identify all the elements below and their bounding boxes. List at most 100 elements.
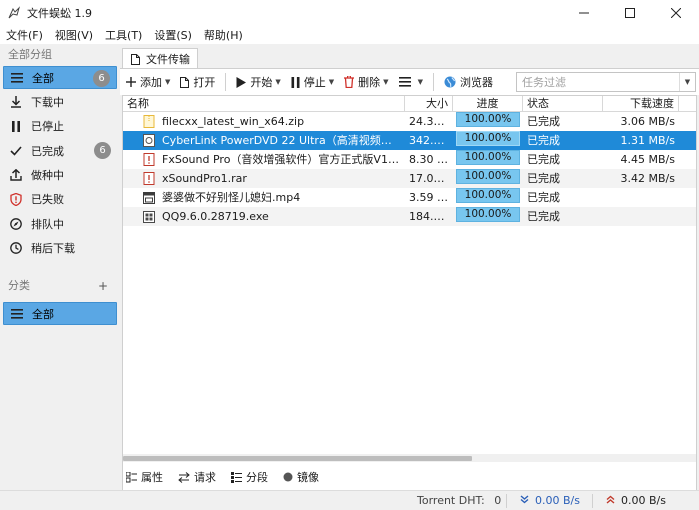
column-header-progress[interactable]: 进度 <box>453 96 523 112</box>
tab-label: 请求 <box>194 471 216 484</box>
sidebar-item-failed[interactable]: 已失败 <box>3 188 117 211</box>
sidebar-item-queued[interactable]: 排队中 <box>3 212 117 235</box>
table-row[interactable]: QQ9.6.0.28719.exe 184.65... 100.00% 已完成 <box>123 207 696 226</box>
cell-progress: 100.00% <box>453 188 523 207</box>
table-row[interactable]: CyberLink PowerDVD 22 Ultra（高清视频播放器... 3… <box>123 131 696 150</box>
app-logo-icon <box>7 6 21 20</box>
plus-icon <box>126 77 136 87</box>
maximize-button[interactable] <box>607 0 653 26</box>
pause-icon <box>291 76 300 88</box>
column-header-speed[interactable]: 下载速度 <box>603 96 679 112</box>
sidebar-item-stopped[interactable]: 已停止 <box>3 115 117 138</box>
cell-name: CyberLink PowerDVD 22 Ultra（高清视频播放器... <box>123 131 405 150</box>
tab-mirrors[interactable]: 镜像 <box>283 469 319 485</box>
column-header-name[interactable]: 名称 <box>123 96 405 112</box>
progress-text: 100.00% <box>464 189 512 201</box>
sidebar-item-label: 已失败 <box>31 193 64 207</box>
dht-status: Torrent DHT: 0 <box>417 494 501 507</box>
menu-view[interactable]: 视图(V) <box>55 27 93 43</box>
sidebar-item-later[interactable]: 稍后下载 <box>3 237 117 260</box>
file-name: QQ9.6.0.28719.exe <box>162 210 269 223</box>
cell-name: 婆婆做不好别怪儿媳妇.mp4 <box>123 188 405 207</box>
table-row[interactable]: FxSound Pro（音效增强软件）官方正式版V1.1.1... 8.30 M… <box>123 150 696 169</box>
open-button[interactable]: 打开 <box>180 74 215 90</box>
chevron-down-icon: ▼ <box>165 78 171 86</box>
cell-size: 184.65... <box>409 210 453 223</box>
add-button[interactable]: 添加 ▼ <box>126 74 170 90</box>
menu-help[interactable]: 帮助(H) <box>204 27 243 43</box>
sidebar-item-label: 已停止 <box>31 120 64 134</box>
add-category-button[interactable]: + <box>98 275 108 297</box>
title-bar: 文件蜈蚣 1.9 <box>0 0 699 26</box>
tab-label: 镜像 <box>297 471 319 484</box>
progress-text: 100.00% <box>464 170 512 182</box>
tab-segments[interactable]: 分段 <box>231 469 268 485</box>
table-row[interactable]: xSoundPro1.rar 17.09 ... 100.00% 已完成 3.4… <box>123 169 696 188</box>
mirror-dot-icon <box>283 472 293 482</box>
cell-progress: 100.00% <box>453 150 523 169</box>
add-label: 添加 <box>140 76 162 89</box>
cell-size: 17.09 ... <box>409 172 453 185</box>
delete-button[interactable]: 删除 ▼ <box>344 74 389 90</box>
category-item-all[interactable]: 全部 <box>3 302 117 326</box>
rar-file-icon <box>143 172 155 185</box>
menu-file[interactable]: 文件(F) <box>6 27 43 43</box>
dht-label: Torrent DHT: <box>417 494 485 507</box>
count-badge: 6 <box>93 70 110 87</box>
status-bar: Torrent DHT: 0 0.00 B/s 0.00 B/s <box>0 490 699 510</box>
cell-progress: 100.00% <box>453 169 523 188</box>
more-menu-button[interactable]: ▼ <box>398 77 423 87</box>
stop-button[interactable]: 停止 ▼ <box>291 74 334 90</box>
sidebar-item-seeding[interactable]: 做种中 <box>3 164 117 187</box>
sidebar-item-all[interactable]: 全部 6 <box>3 66 117 89</box>
start-label: 开始 <box>250 76 273 89</box>
chevron-down-icon[interactable]: ▼ <box>679 73 695 91</box>
cell-name: xSoundPro1.rar <box>123 169 405 188</box>
status-divider <box>592 494 593 508</box>
sidebar-item-label: 做种中 <box>31 169 64 183</box>
horizontal-scrollbar-thumb[interactable] <box>123 456 472 461</box>
file-name: CyberLink PowerDVD 22 Ultra（高清视频播放器... <box>162 134 401 147</box>
stop-label: 停止 <box>303 76 326 89</box>
compass-icon <box>9 217 23 231</box>
start-button[interactable]: 开始 ▼ <box>236 74 281 90</box>
sidebar-item-completed[interactable]: 已完成 6 <box>3 139 117 162</box>
sidebar-item-downloading[interactable]: 下载中 <box>3 90 117 113</box>
cell-status: 已完成 <box>527 172 560 185</box>
swap-arrows-icon <box>178 471 190 483</box>
toolbar-divider <box>225 73 227 91</box>
minimize-button[interactable] <box>561 0 607 26</box>
cell-speed: 3.42 MB/s <box>620 172 675 185</box>
tab-requests[interactable]: 请求 <box>178 469 216 485</box>
menu-settings[interactable]: 设置(S) <box>154 27 192 43</box>
task-filter-input[interactable] <box>517 73 679 91</box>
cell-speed: 3.06 MB/s <box>620 115 675 128</box>
cell-speed: 4.45 MB/s <box>620 153 675 166</box>
upload-speed-value: 0.00 B/s <box>621 494 666 507</box>
tab-label: 分段 <box>246 471 268 484</box>
menu-icon <box>398 77 411 87</box>
download-icon <box>9 95 23 109</box>
count-badge: 6 <box>94 142 111 160</box>
menu-tools[interactable]: 工具(T) <box>105 27 142 43</box>
table-header: 名称 大小 进度 状态 下载速度 <box>123 96 696 112</box>
tab-file-transfer[interactable]: 文件传输 <box>122 48 198 69</box>
sidebar-item-label: 排队中 <box>31 217 64 231</box>
table-row[interactable]: filecxx_latest_win_x64.zip 24.39 ... 100… <box>123 112 696 131</box>
column-header-status[interactable]: 状态 <box>523 96 603 112</box>
close-button[interactable] <box>653 0 699 26</box>
double-chevron-down-icon <box>520 494 529 507</box>
file-name: filecxx_latest_win_x64.zip <box>162 115 305 128</box>
exe-file-icon <box>143 210 155 223</box>
progress-bar: 100.00% <box>456 207 520 222</box>
browser-button[interactable]: 浏览器 <box>444 74 493 90</box>
task-filter-combobox[interactable]: ▼ <box>516 72 696 92</box>
tab-properties[interactable]: 属性 <box>126 469 163 485</box>
table-row[interactable]: 婆婆做不好别怪儿媳妇.mp4 3.59 MB 100.00% 已完成 <box>123 188 696 207</box>
file-name: xSoundPro1.rar <box>162 172 247 185</box>
column-header-size[interactable]: 大小 <box>405 96 453 112</box>
category-label: 分类 + <box>0 275 120 297</box>
all-groups-label: 全部分组 <box>8 48 52 61</box>
status-divider <box>506 494 507 508</box>
main-panel: 文件传输 添加 ▼ 打开 开始 ▼ 停止 ▼ 删除 ▼ ▼ 浏览器 任务过滤 ▼… <box>120 44 699 506</box>
